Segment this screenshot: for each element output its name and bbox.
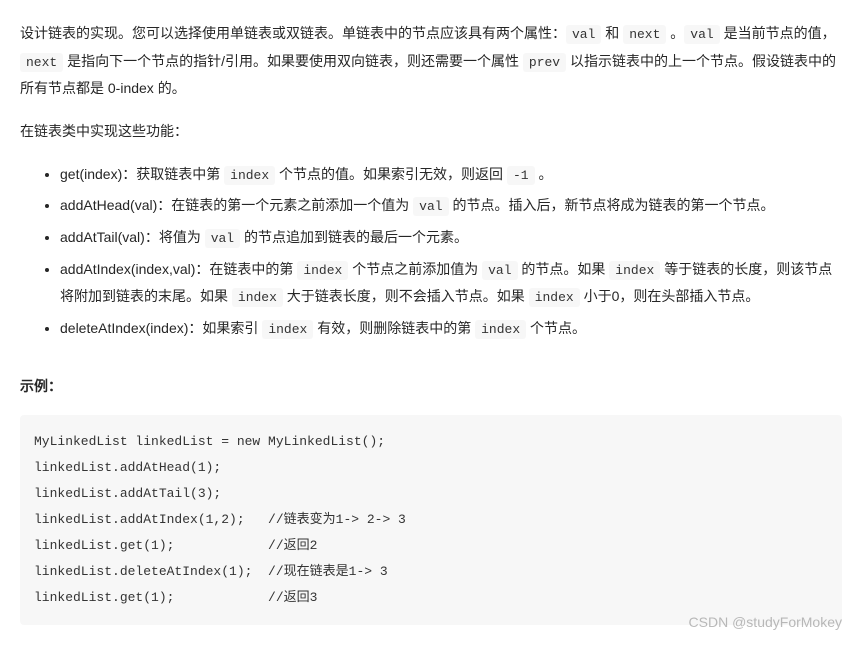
item-text: 个节点之前添加值为 — [348, 261, 482, 277]
intro-text: 设计链表的实现。您可以选择使用单链表或双链表。单链表中的节点应该具有两个属性： — [20, 25, 566, 41]
list-item: deleteAtIndex(index)：如果索引 index 有效，则删除链表… — [60, 315, 842, 343]
problem-description: 设计链表的实现。您可以选择使用单链表或双链表。单链表中的节点应该具有两个属性：v… — [20, 20, 842, 625]
item-text: get(index)：获取链表中第 — [60, 166, 224, 182]
list-item: addAtHead(val)：在链表的第一个元素之前添加一个值为 val 的节点… — [60, 192, 842, 220]
item-text: 的节点。插入后，新节点将成为链表的第一个节点。 — [449, 197, 775, 213]
intro-paragraph: 设计链表的实现。您可以选择使用单链表或双链表。单链表中的节点应该具有两个属性：v… — [20, 20, 842, 102]
list-item: addAtIndex(index,val)：在链表中的第 index 个节点之前… — [60, 256, 842, 311]
item-text: 的节点追加到链表的最后一个元素。 — [240, 229, 468, 245]
item-text: 个节点的值。如果索引无效，则返回 — [275, 166, 507, 182]
code-index: index — [262, 320, 313, 339]
code-val: val — [684, 25, 719, 44]
intro-text: 和 — [601, 25, 623, 41]
code-neg1: -1 — [507, 166, 535, 185]
subhead: 在链表类中实现这些功能： — [20, 118, 842, 145]
code-prev: prev — [523, 53, 566, 72]
list-item: addAtTail(val)：将值为 val 的节点追加到链表的最后一个元素。 — [60, 224, 842, 252]
code-val: val — [566, 25, 601, 44]
code-index: index — [609, 261, 660, 280]
list-item: get(index)：获取链表中第 index 个节点的值。如果索引无效，则返回… — [60, 161, 842, 189]
intro-text: 是当前节点的值， — [720, 25, 836, 41]
code-index: index — [224, 166, 275, 185]
example-label-text: 示例： — [20, 378, 62, 394]
code-val: val — [205, 229, 240, 248]
item-text: 的节点。如果 — [518, 261, 610, 277]
item-text: deleteAtIndex(index)：如果索引 — [60, 320, 262, 336]
item-text: 有效，则删除链表中的第 — [313, 320, 475, 336]
item-text: 小于0，则在头部插入节点。 — [580, 288, 760, 304]
example-label: 示例： — [20, 373, 842, 400]
item-text: addAtHead(val)：在链表的第一个元素之前添加一个值为 — [60, 197, 413, 213]
code-index: index — [475, 320, 526, 339]
item-text: addAtTail(val)：将值为 — [60, 229, 205, 245]
item-text: 个节点。 — [526, 320, 586, 336]
intro-text: 是指向下一个节点的指针/引用。如果要使用双向链表，则还需要一个属性 — [63, 53, 523, 69]
code-val: val — [482, 261, 517, 280]
item-text: 。 — [535, 166, 553, 182]
function-list: get(index)：获取链表中第 index 个节点的值。如果索引无效，则返回… — [20, 161, 842, 343]
code-val: val — [413, 197, 448, 216]
code-index: index — [232, 288, 283, 307]
code-next: next — [623, 25, 666, 44]
code-index: index — [529, 288, 580, 307]
example-code-block: MyLinkedList linkedList = new MyLinkedLi… — [20, 415, 842, 625]
item-text: 大于链表长度，则不会插入节点。如果 — [283, 288, 529, 304]
code-next: next — [20, 53, 63, 72]
code-index: index — [297, 261, 348, 280]
intro-text: 。 — [666, 25, 684, 41]
item-text: addAtIndex(index,val)：在链表中的第 — [60, 261, 297, 277]
